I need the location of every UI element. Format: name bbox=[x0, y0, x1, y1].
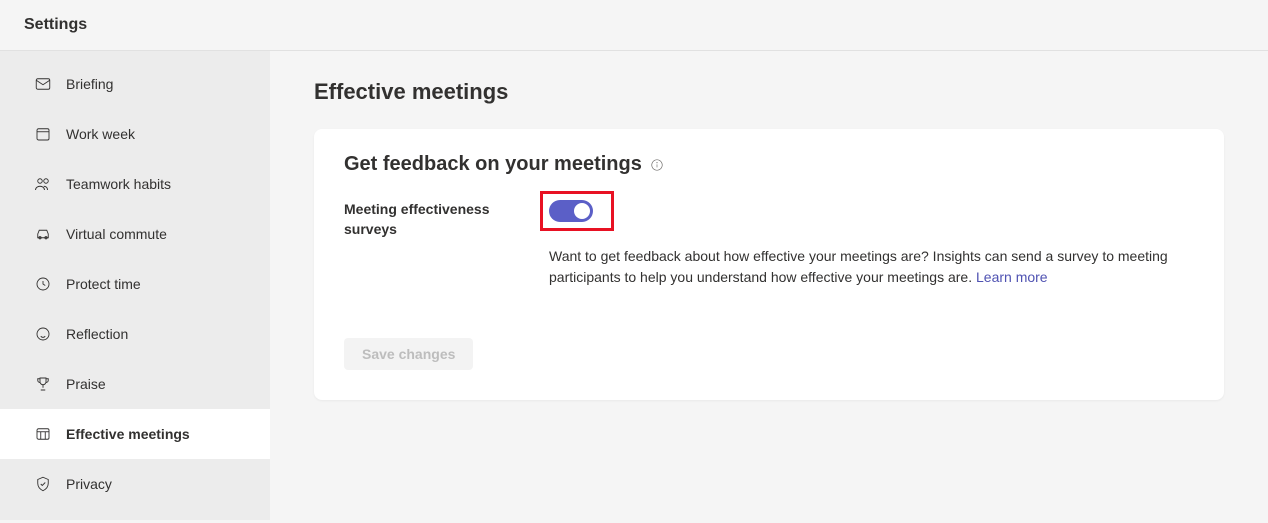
people-icon bbox=[34, 175, 52, 193]
surveys-toggle[interactable] bbox=[549, 200, 593, 222]
smile-icon bbox=[34, 325, 52, 343]
header-title: Settings bbox=[24, 16, 1244, 34]
feedback-card: Get feedback on your meetings Meeting ef… bbox=[314, 129, 1224, 400]
page-title: Effective meetings bbox=[314, 79, 1224, 105]
sidebar-item-label: Work week bbox=[66, 126, 135, 142]
mail-icon bbox=[34, 75, 52, 93]
sidebar-item-label: Privacy bbox=[66, 476, 112, 492]
grid-icon bbox=[34, 425, 52, 443]
clock-icon bbox=[34, 275, 52, 293]
sidebar-item-label: Praise bbox=[66, 376, 106, 392]
trophy-icon bbox=[34, 375, 52, 393]
setting-label: Meeting effectiveness surveys bbox=[344, 200, 519, 288]
sidebar-item-effective-meetings[interactable]: Effective meetings bbox=[0, 409, 270, 459]
info-icon[interactable] bbox=[650, 158, 664, 172]
learn-more-link[interactable]: Learn more bbox=[976, 269, 1048, 285]
card-title: Get feedback on your meetings bbox=[344, 153, 642, 176]
save-changes-button[interactable]: Save changes bbox=[344, 338, 473, 370]
sidebar: Briefing Work week Teamwork habits Virtu… bbox=[0, 51, 270, 520]
calendar-icon bbox=[34, 125, 52, 143]
sidebar-item-teamwork-habits[interactable]: Teamwork habits bbox=[0, 159, 270, 209]
sidebar-item-label: Teamwork habits bbox=[66, 176, 171, 192]
sidebar-item-label: Briefing bbox=[66, 76, 113, 92]
main-content: Effective meetings Get feedback on your … bbox=[270, 51, 1268, 520]
sidebar-item-praise[interactable]: Praise bbox=[0, 359, 270, 409]
sidebar-item-privacy[interactable]: Privacy bbox=[0, 459, 270, 509]
shield-icon bbox=[34, 475, 52, 493]
sidebar-item-briefing[interactable]: Briefing bbox=[0, 59, 270, 109]
setting-description: Want to get feedback about how effective… bbox=[549, 246, 1194, 288]
settings-header: Settings bbox=[0, 0, 1268, 51]
sidebar-item-virtual-commute[interactable]: Virtual commute bbox=[0, 209, 270, 259]
toggle-highlight bbox=[540, 191, 614, 231]
car-icon bbox=[34, 225, 52, 243]
sidebar-item-label: Virtual commute bbox=[66, 226, 167, 242]
sidebar-item-label: Effective meetings bbox=[66, 426, 190, 442]
sidebar-item-protect-time[interactable]: Protect time bbox=[0, 259, 270, 309]
sidebar-item-work-week[interactable]: Work week bbox=[0, 109, 270, 159]
sidebar-item-reflection[interactable]: Reflection bbox=[0, 309, 270, 359]
sidebar-item-label: Reflection bbox=[66, 326, 128, 342]
sidebar-item-label: Protect time bbox=[66, 276, 141, 292]
